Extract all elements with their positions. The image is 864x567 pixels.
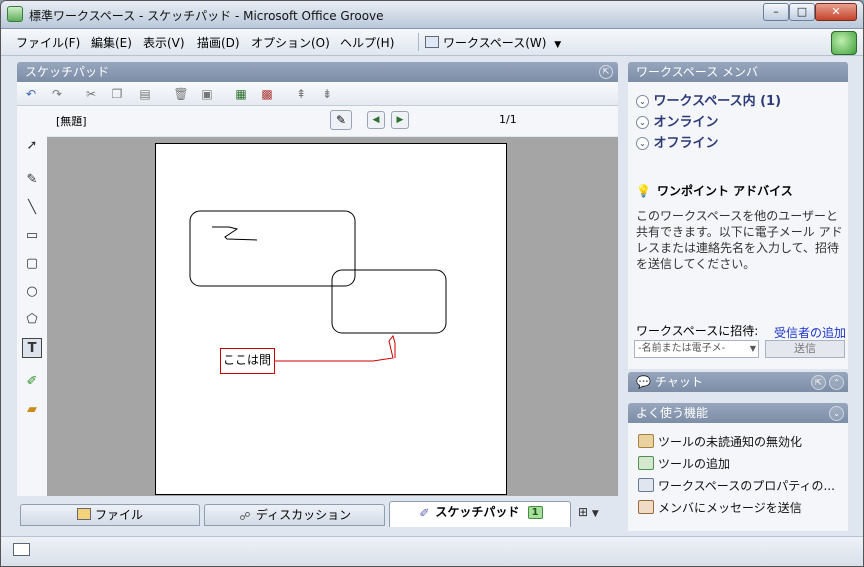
group-offline-label: オフライン <box>653 136 719 151</box>
annotation-arrow[interactable] <box>275 334 396 362</box>
tab-discussion-label: ディスカッション <box>255 508 352 522</box>
invite-input[interactable]: -名前または電子メ- ▼ <box>634 340 759 358</box>
sketch-scribble[interactable] <box>212 226 258 241</box>
add-tool-button[interactable]: ⊞ ▼ <box>578 505 599 519</box>
task-send-message[interactable]: メンバにメッセージを送信 <box>638 499 802 516</box>
add-tool-dropdown-icon: ▼ <box>591 509 599 519</box>
chevron-down-icon[interactable]: ⌄ <box>829 406 844 421</box>
sketch-rounded-rect-1[interactable] <box>189 210 356 287</box>
members-header-label: ワークスペース メンバ <box>636 65 759 79</box>
chevron-down-icon: ⌄ <box>636 116 649 129</box>
task-disable-unread-label: ツールの未読通知の無効化 <box>658 435 803 449</box>
group-in-workspace-label: ワークスペース内 (1) <box>653 94 782 109</box>
group-offline[interactable]: ⌄ オフライン <box>636 132 719 151</box>
task-workspace-properties[interactable]: ワークスペースのプロパティの... <box>638 477 835 494</box>
group-online[interactable]: ⌄ オンライン <box>636 111 719 130</box>
tab-sketchpad[interactable]: ✐ スケッチパッド 1 <box>389 501 571 527</box>
chat-header[interactable]: 💬 チャット ⇱ ⌃ <box>628 372 848 392</box>
groove-window: 標準ワークスペース - スケッチパッド - Microsoft Office G… <box>0 0 864 567</box>
chat-icon: 💬 <box>636 375 651 389</box>
properties-icon <box>638 478 654 492</box>
tab-files[interactable]: ファイル <box>20 504 200 526</box>
tool-tabs: ファイル ☍ ディスカッション ✐ スケッチパッド 1 ⊞ ▼ <box>17 501 618 527</box>
sketch-rounded-rect-2[interactable] <box>331 269 447 334</box>
unread-badge: 1 <box>527 506 543 519</box>
file-tool-icon <box>76 508 91 520</box>
chevron-up-icon[interactable]: ⌃ <box>829 375 844 390</box>
chevron-down-icon: ⌄ <box>636 137 649 150</box>
group-online-label: オンライン <box>653 115 719 130</box>
tip-text: このワークスペースを他のユーザーと共有できます。以下に電子メール アドレスまたは… <box>636 209 843 271</box>
send-message-icon <box>638 500 654 514</box>
invite-label: ワークスペースに招待: <box>636 324 759 338</box>
common-tasks-header: よく使う機能 ⌄ <box>628 403 848 423</box>
task-disable-unread[interactable]: ツールの未読通知の無効化 <box>638 433 802 450</box>
status-icon[interactable] <box>13 543 30 556</box>
tab-sketchpad-label: スケッチパッド <box>435 505 520 519</box>
annotation-text: ここは問 <box>223 353 272 367</box>
discussion-icon: ☍ <box>239 510 251 523</box>
add-tool-icon <box>638 456 654 470</box>
send-invite-button[interactable]: 送信 <box>765 340 845 358</box>
invite-input-placeholder: -名前または電子メ- <box>638 343 726 354</box>
members-header: ワークスペース メンバ <box>628 62 848 82</box>
task-send-message-label: メンバにメッセージを送信 <box>658 501 802 515</box>
common-tasks-header-label: よく使う機能 <box>636 406 709 420</box>
tab-files-label: ファイル <box>94 508 143 522</box>
unread-off-icon <box>638 434 654 448</box>
lightbulb-icon: 💡 <box>636 184 651 198</box>
tip-title-label: ワンポイント アドバイス <box>656 184 793 198</box>
task-workspace-properties-label: ワークスペースのプロパティの... <box>658 479 835 493</box>
common-tasks-panel: ツールの未読通知の無効化 ツールの追加 ワークスペースのプロパティの... メン… <box>628 423 848 531</box>
status-bar <box>1 536 863 566</box>
task-add-tool[interactable]: ツールの追加 <box>638 455 730 472</box>
tab-discussion[interactable]: ☍ ディスカッション <box>204 504 385 526</box>
add-recipient-link[interactable]: 受信者の追加 <box>774 324 846 341</box>
members-panel: ⌄ ワークスペース内 (1) ⌄ オンライン ⌄ オフライン 💡 ワンポイント ア… <box>628 82 848 369</box>
chat-header-label: チャット <box>654 375 703 389</box>
annotation-note[interactable]: ここは問 <box>220 348 275 374</box>
sketchpad-icon: ✐ <box>419 506 430 520</box>
task-add-tool-label: ツールの追加 <box>658 457 731 471</box>
chat-restore-icon[interactable]: ⇱ <box>811 375 826 390</box>
dropdown-arrow-icon[interactable]: ▼ <box>750 341 756 357</box>
tip-title: 💡 ワンポイント アドバイス <box>636 182 793 199</box>
chevron-down-icon: ⌄ <box>636 95 649 108</box>
group-in-workspace[interactable]: ⌄ ワークスペース内 (1) <box>636 90 781 109</box>
